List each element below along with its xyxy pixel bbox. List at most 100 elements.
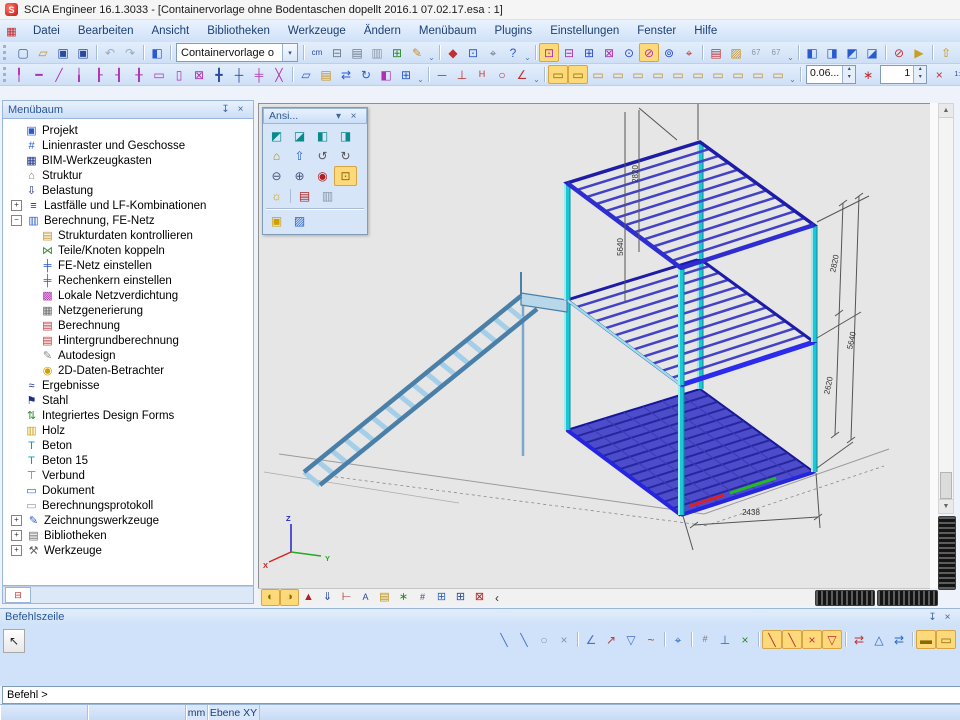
open-project-icon[interactable]: ▱ (33, 43, 53, 62)
sidebar-item-beton-15[interactable]: TBeton 15 (3, 453, 253, 468)
scale-reset-icon[interactable]: × (929, 65, 949, 84)
view-flag-4-icon[interactable]: ▭ (608, 65, 628, 84)
show-system-lines-icon[interactable]: ⊞ (579, 43, 599, 62)
solid-render-icon[interactable]: ◑ (280, 589, 299, 606)
add-beam-icon[interactable]: ━ (29, 65, 49, 84)
check-structure-icon[interactable]: ◆ (443, 43, 463, 62)
show-nodes-icon[interactable]: ⊡ (539, 43, 559, 62)
menu-tree-tab[interactable]: ⊟ (5, 587, 31, 603)
render-mode-icon[interactable]: 67 (746, 43, 766, 62)
view-flag-10-icon[interactable]: ▭ (728, 65, 748, 84)
menu-men-baum[interactable]: Menübaum (410, 22, 486, 40)
view-y-icon[interactable]: ◪ (288, 126, 311, 146)
clip-box-off-icon[interactable]: ▥ (316, 186, 339, 206)
view-flag-6-icon[interactable]: ▭ (648, 65, 668, 84)
spinner-arrows[interactable]: ▴▾ (842, 66, 855, 83)
snap-nearest-icon[interactable]: ~ (641, 630, 661, 649)
trim-icon[interactable]: ⇄ (849, 630, 869, 649)
menu-ansicht[interactable]: Ansicht (142, 22, 198, 40)
view-perspective-icon[interactable]: ◨ (334, 126, 357, 146)
dimension-style-icon[interactable]: ▬ (916, 630, 936, 649)
menu-fenster[interactable]: Fenster (628, 22, 685, 40)
sidebar-item-2d-daten-betrachter[interactable]: ◉2D-Daten-Betrachter (3, 363, 253, 378)
units-icon[interactable]: cm (307, 43, 327, 62)
expand-icon[interactable]: + (11, 545, 22, 556)
measure-icon[interactable]: ⌖ (483, 43, 503, 62)
window-arrange-icon[interactable]: ◪ (862, 43, 882, 62)
save-all-icon[interactable]: ▣ (53, 43, 73, 62)
pin-icon[interactable]: ↧ (925, 612, 940, 623)
snap-edge-icon[interactable]: ╲ (782, 630, 802, 649)
sidebar-item-dokument[interactable]: ▭Dokument (3, 483, 253, 498)
view-flag-5-icon[interactable]: ▭ (628, 65, 648, 84)
sidebar-item-struktur[interactable]: ⌂Struktur (3, 168, 253, 183)
view-params-icon[interactable]: ▣ (265, 211, 288, 231)
view-3d-window-icon[interactable]: ▨ (288, 211, 311, 231)
zoom-out-icon[interactable]: ⊖ (265, 166, 288, 186)
view-flag-9-icon[interactable]: ▭ (708, 65, 728, 84)
snap-off-icon[interactable]: × (554, 630, 574, 649)
snap-line-icon[interactable]: ╲ (762, 630, 782, 649)
add-column-icon[interactable]: ╿ (9, 65, 29, 84)
close-icon[interactable]: × (233, 104, 248, 115)
center-view-icon[interactable]: ⌖ (679, 43, 699, 62)
print-icon[interactable]: ⊟ (327, 43, 347, 62)
snap-midpoint-icon[interactable]: ╲ (514, 630, 534, 649)
cross-link-icon[interactable]: ╳ (269, 65, 289, 84)
sidebar-item-teile-knoten-koppeln[interactable]: ⋈Teile/Knoten koppeln (3, 243, 253, 258)
zoom-all-icon[interactable]: ⊡ (334, 166, 357, 186)
sidebar-item-hintergrundberechnung[interactable]: ▤Hintergrundberechnung (3, 333, 253, 348)
move-icon[interactable]: ⇄ (336, 65, 356, 84)
window-tile-icon[interactable]: ◨ (822, 43, 842, 62)
new-document-icon[interactable]: ⊞ (387, 43, 407, 62)
toolbar-grip[interactable] (3, 67, 6, 82)
view-flag-12-icon[interactable]: ▭ (768, 65, 788, 84)
close-icon[interactable]: × (346, 111, 361, 122)
sidebar-item-projekt[interactable]: ▣Projekt (3, 123, 253, 138)
window-cascade-icon[interactable]: ◧ (802, 43, 822, 62)
overflow-chevron-icon[interactable]: ⌄ (788, 75, 797, 85)
grid-xy-icon[interactable]: ⊞ (432, 589, 451, 606)
add-opening-icon[interactable]: ⊠ (189, 65, 209, 84)
save-icon[interactable]: ▣ (73, 43, 93, 62)
overflow-chevron-icon[interactable]: ⌄ (427, 53, 436, 63)
expand-icon[interactable]: + (11, 530, 22, 541)
snap-grid-icon[interactable]: # (695, 630, 715, 649)
view-flag-2-icon[interactable]: ▭ (568, 65, 588, 84)
show-model-data-strip-icon[interactable]: ▤ (375, 589, 394, 606)
sidebar-item-belastung[interactable]: ⇩Belastung (3, 183, 253, 198)
add-arbitrary-member-icon[interactable]: ┨ (109, 65, 129, 84)
sidebar-item-stahl[interactable]: ⚑Stahl (3, 393, 253, 408)
copy-icon[interactable]: ▱ (296, 65, 316, 84)
add-wall-icon[interactable]: ▯ (169, 65, 189, 84)
scroll-down-icon[interactable]: ▼ (939, 499, 953, 513)
chevron-down-icon[interactable]: ▾ (331, 111, 346, 122)
cursor-mode-button[interactable]: ↖ (3, 629, 25, 653)
export-view-icon[interactable]: ⇧ (936, 43, 956, 62)
mesh-size-spinner[interactable]: 0.06...▴▾ (806, 65, 856, 84)
layers-icon[interactable]: ▤ (706, 43, 726, 62)
document-icon[interactable]: ▥ (367, 43, 387, 62)
draw-angle-icon[interactable]: ∠ (512, 65, 532, 84)
rotate-icon[interactable]: ↻ (356, 65, 376, 84)
draw-dimension-icon[interactable]: ⊥ (452, 65, 472, 84)
overflow-chevron-icon[interactable]: ⌄ (786, 53, 795, 63)
collapse-icon[interactable]: − (11, 215, 22, 226)
walk-view-icon[interactable]: ⇧ (288, 146, 311, 166)
pin-icon[interactable]: ↧ (218, 104, 233, 115)
close-icon[interactable]: × (940, 612, 955, 623)
grid-3d-icon[interactable]: ⊞ (451, 589, 470, 606)
table-style-icon[interactable]: ▭ (936, 630, 956, 649)
view-flag-1-icon[interactable]: ▭ (548, 65, 568, 84)
snap-perpendicular-icon[interactable]: ▽ (621, 630, 641, 649)
disconnect-members-icon[interactable]: ┼ (229, 65, 249, 84)
overflow-chevron-icon[interactable]: ⌄ (416, 75, 425, 85)
sidebar-item-autodesign[interactable]: ✎Autodesign (3, 348, 253, 363)
scale-ratio-icon[interactable]: 1:8 (949, 65, 960, 84)
snap-intersection-icon[interactable]: × (735, 630, 755, 649)
spinner-arrows[interactable]: ▴▾ (913, 66, 926, 83)
view-flag-3-icon[interactable]: ▭ (588, 65, 608, 84)
hide-elements-icon[interactable]: ⊘ (889, 43, 909, 62)
sidebar-item-zeichnungswerkzeuge[interactable]: +✎Zeichnungswerkzeuge (3, 513, 253, 528)
view-z-icon[interactable]: ◧ (311, 126, 334, 146)
